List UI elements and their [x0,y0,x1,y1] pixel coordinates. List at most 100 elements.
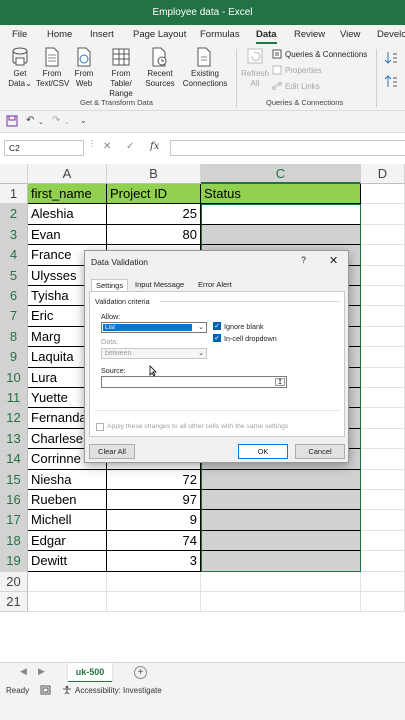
cell[interactable] [201,571,361,592]
tab-developer[interactable]: Develo [377,29,405,40]
cancel-button[interactable]: Cancel [295,444,345,459]
cell[interactable] [201,510,361,531]
row-header[interactable]: 6 [0,286,28,307]
cell[interactable] [28,571,107,592]
from-text-button[interactable]: From Text/CSV [36,47,69,89]
sort-za-button[interactable] [384,75,398,89]
customize-qat-icon[interactable]: ⌄ [80,116,87,125]
select-all-corner[interactable] [0,164,28,184]
next-sheet-icon[interactable]: ▶ [38,666,45,677]
apply-all-checkbox[interactable]: ✓ [96,423,104,431]
recent-sources-button[interactable]: Recent Sources [144,47,176,89]
tab-page-layout[interactable]: Page Layout [133,29,186,40]
cell[interactable]: 74 [107,530,201,552]
row-header[interactable]: 19 [0,551,28,572]
refresh-all-button[interactable]: Refresh All [240,47,270,89]
ok-button[interactable]: OK [238,444,288,459]
cell[interactable] [361,306,405,327]
ignore-blank-checkbox[interactable]: ✓ [213,322,221,330]
column-header-d[interactable]: D [361,164,405,184]
row-header[interactable]: 20 [0,571,28,592]
cell[interactable]: 3 [107,551,201,572]
cell[interactable]: 97 [107,490,201,511]
header-cell[interactable]: Status [201,184,361,205]
cell[interactable]: Aleshia [28,204,107,225]
cell[interactable] [361,388,405,409]
sheet-tab[interactable]: uk-500 [68,663,112,683]
cell[interactable] [361,490,405,511]
tab-formulas[interactable]: Formulas [200,29,240,40]
header-cell[interactable]: first_name [28,184,107,205]
tab-home[interactable]: Home [47,29,72,40]
cell[interactable] [361,224,405,246]
column-header-a[interactable]: A [28,164,107,184]
cell[interactable]: Rueben [28,490,107,511]
formula-input[interactable] [170,140,405,156]
column-header-c[interactable]: C [201,164,361,184]
cell[interactable] [361,571,405,592]
collapse-dialog-icon[interactable]: ↥ [275,378,285,386]
cell[interactable] [361,449,405,470]
tab-review[interactable]: Review [294,29,325,40]
row-header[interactable]: 1 [0,184,28,205]
macro-icon[interactable] [40,685,51,695]
redo-icon[interactable]: ↷ [52,115,60,126]
get-data-button[interactable]: Get Data⌄ [6,47,34,89]
cell[interactable] [361,551,405,572]
status-accessibility[interactable]: Accessibility: Investigate [75,686,162,695]
tab-file[interactable]: File [12,29,27,40]
cell[interactable]: Evan [28,224,107,246]
cell[interactable]: Dewitt [28,551,107,572]
existing-connections-button[interactable]: Existing Connections [180,47,230,89]
active-cell[interactable] [202,205,360,224]
edit-links-button[interactable]: Edit Links [272,81,320,91]
row-header[interactable]: 2 [0,204,28,225]
cell[interactable] [201,224,361,246]
cell[interactable]: 72 [107,469,201,490]
cell[interactable] [201,592,361,613]
cell[interactable] [361,245,405,266]
cell[interactable] [107,571,201,592]
insert-function-icon[interactable]: fx [150,141,159,152]
queries-connections-button[interactable]: Queries & Connections [272,49,367,59]
row-header[interactable]: 18 [0,530,28,552]
cell[interactable] [361,286,405,307]
row-header[interactable]: 12 [0,408,28,429]
cell[interactable] [361,347,405,368]
cell[interactable] [361,530,405,552]
from-table-button[interactable]: From Table/ Range [100,47,142,99]
row-header[interactable]: 15 [0,469,28,490]
prev-sheet-icon[interactable]: ◀ [20,666,27,677]
properties-button[interactable]: Properties [272,65,321,75]
cell[interactable] [361,592,405,613]
column-header-b[interactable]: B [107,164,201,184]
cell[interactable] [201,490,361,511]
cell[interactable]: Michell [28,510,107,531]
cell[interactable]: 9 [107,510,201,531]
clear-all-button[interactable]: Clear All [89,444,135,459]
tab-view[interactable]: View [340,29,360,40]
cell[interactable] [361,184,405,205]
save-icon[interactable] [6,115,18,127]
cell[interactable] [361,367,405,388]
undo-icon[interactable]: ↶ [26,115,34,126]
row-header[interactable]: 7 [0,306,28,327]
data-select[interactable]: between ⌄ [101,348,207,359]
accessibility-icon[interactable] [62,685,72,695]
row-header[interactable]: 21 [0,592,28,613]
cell[interactable]: 80 [107,224,201,246]
in-cell-dropdown-checkbox[interactable]: ✓ [213,334,221,342]
cell[interactable] [28,592,107,613]
row-header[interactable]: 8 [0,326,28,348]
row-header[interactable]: 14 [0,449,28,470]
row-header[interactable]: 5 [0,265,28,286]
cell[interactable] [361,204,405,225]
cell[interactable] [361,428,405,450]
tab-insert[interactable]: Insert [90,29,114,40]
cell[interactable] [201,530,361,552]
row-header[interactable]: 13 [0,428,28,450]
cell[interactable]: 25 [107,204,201,225]
from-web-button[interactable]: From Web [72,47,96,89]
allow-select[interactable]: List ⌄ [101,322,207,333]
add-sheet-icon[interactable]: + [134,666,147,679]
